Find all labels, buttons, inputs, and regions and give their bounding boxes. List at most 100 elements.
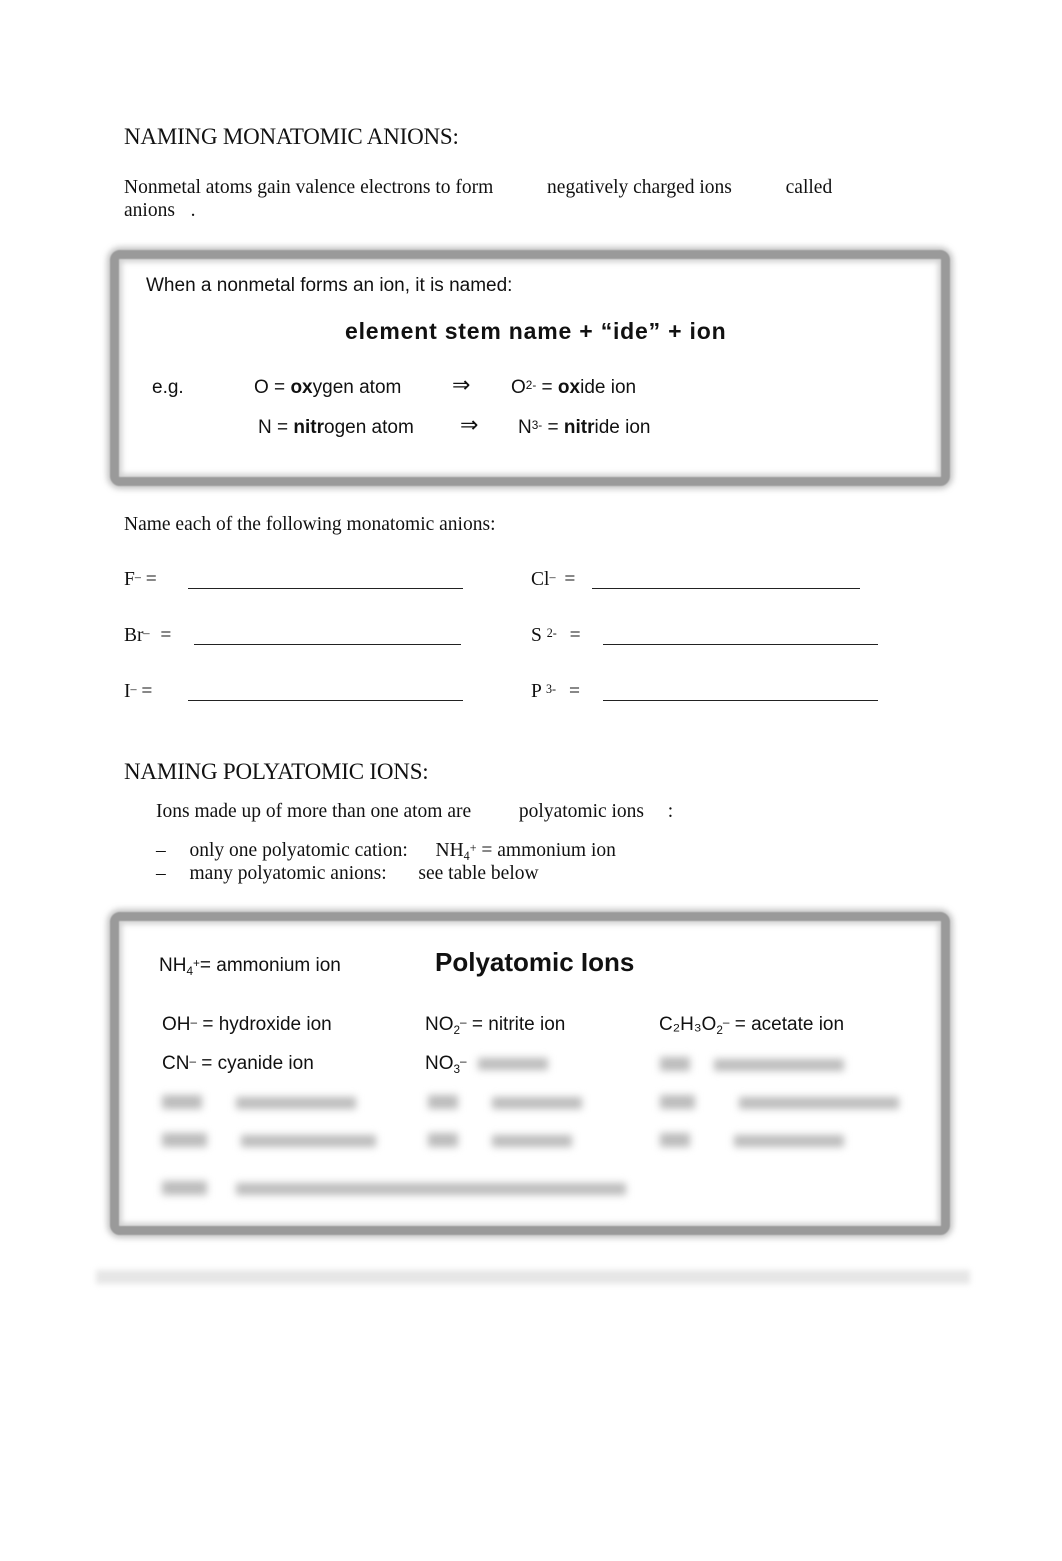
- obscured-region: [660, 1095, 899, 1114]
- section-heading-monatomic: NAMING MONATOMIC ANIONS:: [124, 124, 459, 149]
- answer-blank-p[interactable]: [603, 684, 878, 701]
- equals: =: [569, 625, 581, 646]
- ion-symbol: S: [531, 625, 542, 646]
- page-divider: [96, 1270, 970, 1284]
- blurred-text: [660, 1057, 690, 1071]
- blurred-text: [660, 1133, 690, 1147]
- ion-cyanide: CN– = cyanide ion: [162, 1053, 314, 1075]
- stem-bold: ox: [557, 377, 581, 398]
- blurred-text: [162, 1095, 202, 1109]
- bullet-text: = ammonium ion: [476, 840, 616, 861]
- ion-name: = nitrite ion: [471, 1014, 566, 1035]
- intro-text-2: called: [785, 177, 833, 198]
- formula: NH: [435, 840, 464, 861]
- ion-charge: –: [143, 625, 150, 640]
- intro-text: Ions made up of more than one atom are: [156, 801, 472, 822]
- blurred-text: [492, 1135, 572, 1147]
- formula: NO: [425, 1014, 454, 1035]
- blurred-text: [241, 1135, 376, 1147]
- formula: NH: [159, 955, 187, 976]
- charge: +: [193, 956, 200, 970]
- intro-colon: :: [667, 801, 674, 822]
- ion-hydroxide: OH– = hydroxide ion: [162, 1014, 332, 1036]
- bullet-anions: – many polyatomic anions: see table belo…: [156, 863, 539, 885]
- ion-charge: 2-: [525, 378, 537, 392]
- stem-bold: nitr: [563, 417, 595, 438]
- ion-name: = cyanide ion: [201, 1053, 314, 1074]
- ion-symbol: Cl: [531, 569, 550, 590]
- blurred-text: [739, 1097, 899, 1109]
- ion-charge: –: [134, 569, 141, 584]
- ion-symbol: P: [531, 681, 542, 702]
- answer-blank-br[interactable]: [194, 628, 461, 645]
- ion-symbol: Br: [124, 625, 144, 646]
- charge: –: [190, 1015, 198, 1029]
- ion-charge: –: [549, 569, 556, 584]
- subscript: 4: [463, 849, 470, 864]
- blurred-text: [428, 1095, 458, 1109]
- ion-name: = hydroxide ion: [202, 1014, 332, 1035]
- ammonium-entry: NH4+= ammonium ion: [159, 955, 341, 977]
- intro-blank-answer-1: negatively charged ions: [547, 177, 732, 198]
- equals: =: [568, 681, 580, 702]
- intro-blank-answer: polyatomic ions: [518, 801, 645, 822]
- equals: =: [271, 417, 294, 438]
- blurred-text: [660, 1095, 695, 1109]
- dash-icon: –: [156, 840, 166, 861]
- rule-formula: element stem name + “ide” + ion: [345, 318, 727, 344]
- ion-symbol: N: [518, 417, 532, 438]
- blurred-text: [162, 1181, 207, 1195]
- ion-rest: ide ion: [594, 417, 651, 438]
- answer-blank-i[interactable]: [188, 684, 463, 701]
- obscured-region: [162, 1095, 356, 1114]
- ion-symbol: I: [124, 681, 131, 702]
- exercise-item-p: P 3- =: [531, 681, 580, 703]
- bullet-label: many polyatomic anions:: [189, 863, 387, 884]
- ion-name: = acetate ion: [734, 1014, 845, 1035]
- example-nitride-ion: N3- = nitride ion: [518, 417, 650, 439]
- obscured-region: [660, 1057, 844, 1076]
- exercise-item-f: F– =: [124, 569, 157, 591]
- equals: =: [536, 377, 558, 398]
- ion-acetate: C₂H₃O2– = acetate ion: [659, 1014, 844, 1036]
- formula: OH: [162, 1014, 191, 1035]
- exercise-item-s: S 2- =: [531, 625, 581, 647]
- obscured-region: [162, 1181, 626, 1200]
- rule-box-intro: When a nonmetal forms an ion, it is name…: [146, 275, 513, 296]
- bullet-label: only one polyatomic cation:: [189, 840, 408, 861]
- obscured-region: [478, 1058, 548, 1070]
- arrow-icon: ⇒: [452, 372, 471, 397]
- subscript: 2: [716, 1024, 723, 1038]
- intro-sentence-line1: Nonmetal atoms gain valence electrons to…: [124, 177, 832, 199]
- charge: +: [469, 840, 477, 855]
- ion-charge: –: [130, 681, 137, 696]
- example-oxygen-atom: O = oxygen atom: [254, 377, 401, 399]
- answer-blank-cl[interactable]: [592, 572, 860, 589]
- answer-blank-s[interactable]: [603, 628, 878, 645]
- intro-sentence-line2: anions .: [124, 200, 196, 222]
- obscured-region: [428, 1095, 582, 1114]
- equals: =: [145, 569, 157, 590]
- ion-nitrate: NO3–: [425, 1053, 467, 1075]
- equals: =: [160, 625, 172, 646]
- ion-charge: 3-: [546, 681, 557, 696]
- equals: =: [141, 681, 153, 702]
- obscured-region: [162, 1133, 376, 1152]
- formula: C₂H₃O: [659, 1014, 717, 1035]
- charge: –: [722, 1015, 730, 1029]
- blurred-text: [428, 1133, 458, 1147]
- charge: –: [189, 1054, 196, 1068]
- answer-blank-f[interactable]: [188, 572, 463, 589]
- blurred-text: [162, 1133, 207, 1147]
- arrow-icon: ⇒: [460, 412, 479, 437]
- eg-label: e.g.: [152, 377, 184, 398]
- blurred-text: [734, 1135, 844, 1147]
- stem-bold: nitr: [293, 417, 324, 438]
- ion-rest: ide ion: [580, 377, 637, 398]
- example-oxide-ion: O2- = oxide ion: [511, 377, 636, 399]
- atom-rest: ygen atom: [312, 377, 402, 398]
- charge: –: [460, 1015, 467, 1029]
- blurred-text: [478, 1058, 548, 1070]
- intro-blank-answer-2: anions: [124, 200, 175, 221]
- atom-rest: ogen atom: [324, 417, 414, 438]
